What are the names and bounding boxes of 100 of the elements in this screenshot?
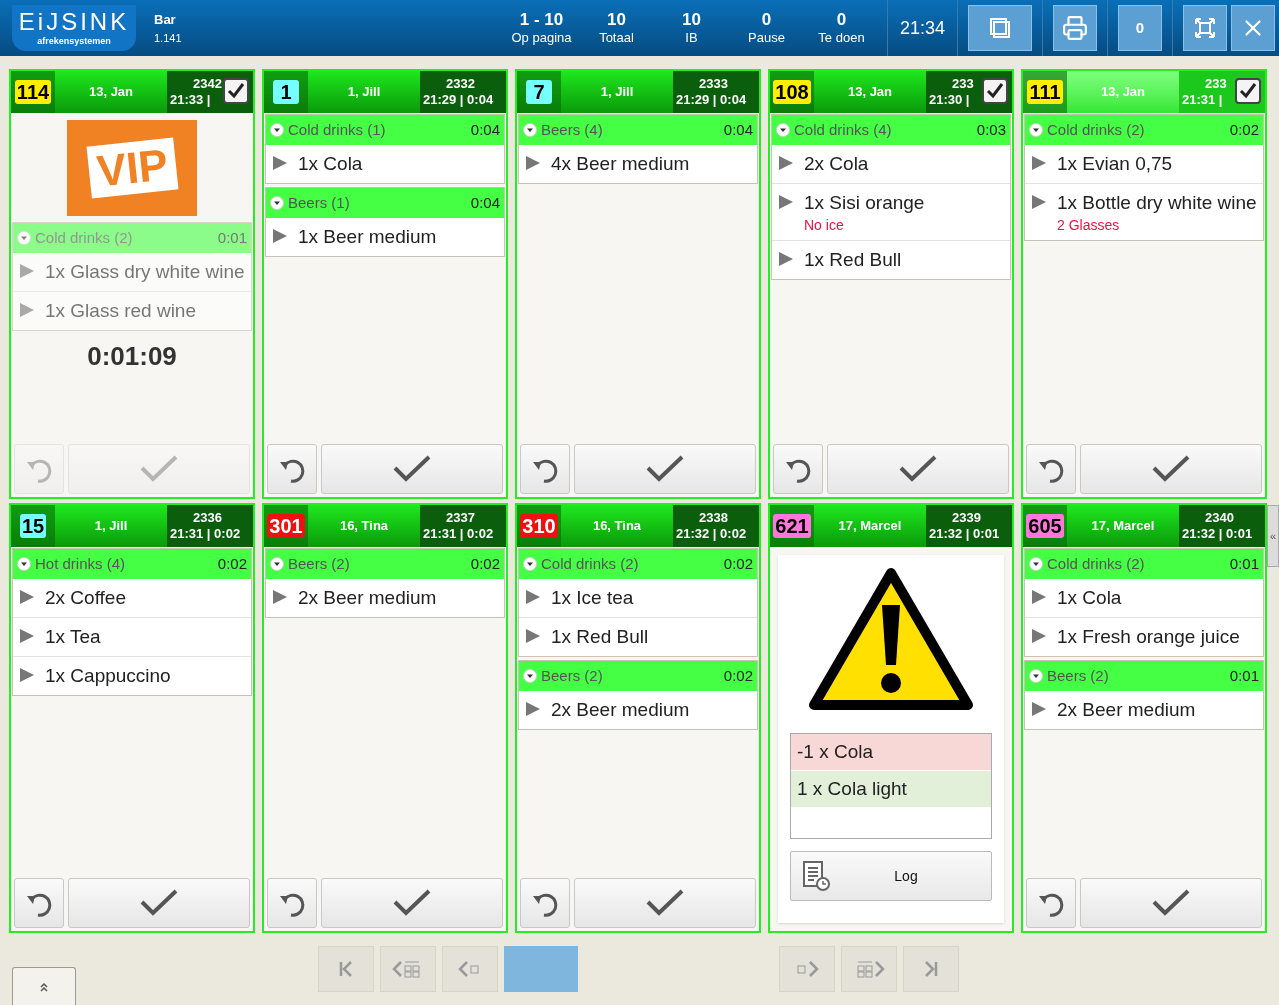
waiter-name: 1, Jill [600,83,634,102]
stat-value: 10 [682,10,701,30]
play-triangle-icon[interactable] [272,589,288,605]
order-time: 21:33 | [169,92,211,108]
play-triangle-icon[interactable] [272,228,288,244]
caret-icon[interactable] [17,557,31,571]
order-item[interactable]: 1x Cola [266,145,504,183]
order-item[interactable]: 2x Beer medium [266,579,504,617]
group-name: Beers (1) [288,192,350,213]
check-icon [1151,454,1191,484]
group-header[interactable]: Beers (2) 0:01 [1025,661,1263,691]
group-header[interactable]: Cold drinks (2) 0:01 [1025,549,1263,579]
undo-button[interactable] [520,878,570,928]
group-header[interactable]: Cold drinks (4) 0:03 [772,115,1010,145]
check-icon [645,888,685,918]
caret-icon[interactable] [776,123,790,137]
order-item[interactable]: 1x Glass dry white wine [13,253,251,291]
order-item[interactable]: 1x Bottle dry white wine 2 Glasses [1025,183,1263,240]
caret-icon[interactable] [1029,669,1043,683]
expand-tab[interactable] [12,967,76,1005]
play-triangle-icon[interactable] [778,194,794,210]
undo-button[interactable] [267,444,317,494]
checkbox[interactable] [982,78,1008,104]
fullscreen-button[interactable] [1183,5,1227,51]
order-item[interactable]: 2x Beer medium [519,691,757,729]
order-item[interactable]: 1x Cappuccino [13,656,251,695]
order-item[interactable]: 2x Coffee [13,579,251,617]
play-triangle-icon[interactable] [19,589,35,605]
order-item[interactable]: 1x Beer medium [266,218,504,256]
play-triangle-icon[interactable] [19,628,35,644]
caret-icon[interactable] [523,557,537,571]
checkbox[interactable] [1235,78,1261,104]
caret-icon[interactable] [1029,123,1043,137]
item-text: 4x Beer medium [551,152,690,176]
item-text: 1x Tea [45,625,101,649]
group-header[interactable]: Hot drinks (4) 0:02 [13,549,251,579]
order-item[interactable]: 1x Ice tea [519,579,757,617]
play-triangle-icon[interactable] [19,667,35,683]
order-item[interactable]: 4x Beer medium [519,145,757,183]
group-header[interactable]: Cold drinks (2) 0:02 [519,549,757,579]
order-time: 21:32 | 0:02 [675,526,747,542]
checkbox[interactable] [223,78,249,104]
check-icon [139,888,179,918]
order-item[interactable]: 1x Tea [13,617,251,656]
log-button[interactable]: Log [790,851,992,901]
order-item[interactable]: 1x Evian 0,75 [1025,145,1263,183]
caret-icon[interactable] [1029,557,1043,571]
group-header[interactable]: Beers (2) 0:02 [266,549,504,579]
play-triangle-icon[interactable] [778,155,794,171]
group-header[interactable]: Beers (1) 0:04 [266,188,504,218]
double-chevron-up-icon [39,981,49,992]
undo-button[interactable] [520,444,570,494]
play-triangle-icon[interactable] [778,251,794,267]
item-text: 1x Glass dry white wine [45,260,245,284]
play-triangle-icon[interactable] [19,302,35,318]
group-time: 0:01 [1229,553,1259,574]
undo-button[interactable] [1026,444,1076,494]
undo-button[interactable] [773,444,823,494]
waiter-name: 13, Jan [88,83,134,102]
play-triangle-icon[interactable] [1031,194,1047,210]
undo-button[interactable] [1026,878,1076,928]
caret-icon[interactable] [523,669,537,683]
group-header[interactable]: Beers (2) 0:02 [519,661,757,691]
play-triangle-icon[interactable] [525,589,541,605]
play-triangle-icon[interactable] [272,155,288,171]
group-header[interactable]: Beers (4) 0:04 [519,115,757,145]
play-triangle-icon[interactable] [1031,628,1047,644]
windows-button[interactable] [968,5,1032,51]
play-triangle-icon[interactable] [1031,155,1047,171]
order-item[interactable]: 1x Glass red wine [13,291,251,330]
logo: EiJSINK afrekensystemen [12,5,136,51]
play-triangle-icon[interactable] [525,701,541,717]
play-triangle-icon[interactable] [1031,701,1047,717]
group-header[interactable]: Cold drinks (1) 0:04 [266,115,504,145]
order-item[interactable]: 2x Beer medium [1025,691,1263,729]
group-header[interactable]: Cold drinks (2) 0:01 [13,223,251,253]
order-item[interactable]: 1x Red Bull [772,240,1010,279]
play-triangle-icon[interactable] [1031,589,1047,605]
undo-button[interactable] [267,878,317,928]
order-item[interactable]: 1x Fresh orange juice [1025,617,1263,656]
order-item[interactable]: 1x Red Bull [519,617,757,656]
close-button[interactable] [1231,5,1275,51]
caret-icon[interactable] [270,557,284,571]
play-triangle-icon[interactable] [525,155,541,171]
caret-icon[interactable] [270,196,284,210]
caret-icon[interactable] [523,123,537,137]
elapsed-timer: 0:01:09 [87,340,177,373]
order-item[interactable]: 1x Cola [1025,579,1263,617]
group-header[interactable]: Cold drinks (2) 0:02 [1025,115,1263,145]
print-button[interactable] [1053,5,1097,51]
order-item[interactable]: 2x Cola [772,145,1010,183]
order-item[interactable]: 1x Sisi orange No ice [772,183,1010,240]
caret-icon[interactable] [270,123,284,137]
group-time: 0:04 [723,119,753,140]
play-triangle-icon[interactable] [19,263,35,279]
item-note: 2 Glasses [1057,216,1121,234]
undo-button[interactable] [14,878,64,928]
play-triangle-icon[interactable] [525,628,541,644]
stat-value: 0 [836,10,847,30]
collapse-tab[interactable]: « [1267,505,1279,567]
